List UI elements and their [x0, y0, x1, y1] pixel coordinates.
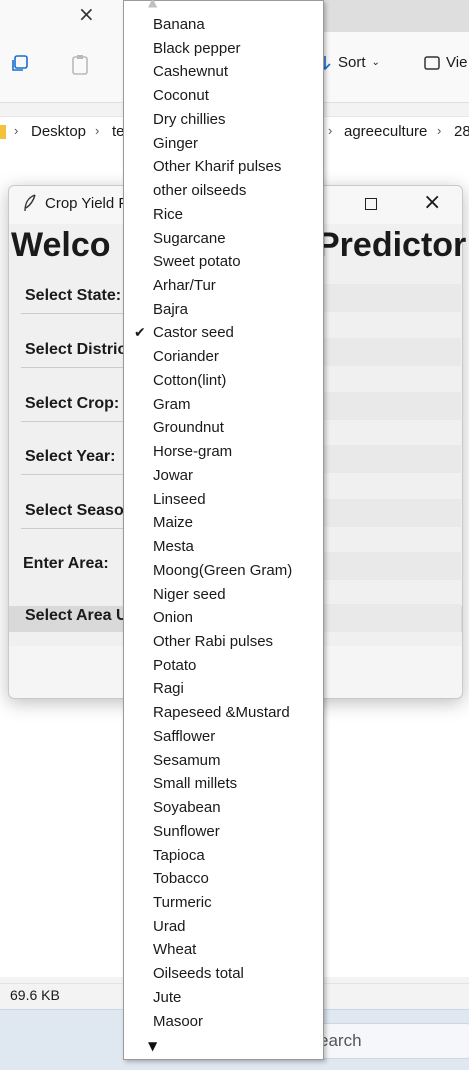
- dropdown-item[interactable]: Other Kharif pulses: [153, 158, 281, 182]
- chevron-right-icon: ›: [14, 123, 19, 138]
- scroll-down-icon[interactable]: ▼: [148, 1039, 157, 1053]
- sort-button[interactable]: Sort ⌄: [318, 54, 380, 71]
- tab-close-icon[interactable]: ×: [78, 2, 95, 26]
- dropdown-item[interactable]: Black pepper: [153, 40, 241, 64]
- tab-strip-blank: [322, 0, 469, 32]
- crop-dropdown-list[interactable]: ▲ Banana Black pepper Cashewnut Coconut Dry …: [123, 0, 324, 1060]
- paste-icon[interactable]: [70, 54, 90, 81]
- dropdown-item[interactable]: Tapioca: [153, 847, 205, 871]
- dropdown-item[interactable]: Ginger: [153, 135, 198, 159]
- dropdown-item[interactable]: Dry chillies: [153, 111, 226, 135]
- dropdown-item[interactable]: Onion: [153, 609, 193, 633]
- area-unit-select[interactable]: [321, 604, 461, 632]
- welcome-heading-right: Predictor: [317, 226, 467, 264]
- folder-icon: [0, 125, 6, 139]
- dropdown-item[interactable]: Linseed: [153, 491, 206, 515]
- area-unit-label: Select Area U: [25, 607, 128, 624]
- dropdown-item[interactable]: Potato: [153, 657, 196, 681]
- season-label: Select Seaso: [25, 502, 124, 519]
- feather-icon: [23, 194, 37, 216]
- area-field[interactable]: [321, 552, 461, 580]
- dropdown-item[interactable]: Other Rabi pulses: [153, 633, 273, 657]
- welcome-heading-left: Welco: [11, 226, 111, 264]
- scroll-up-icon[interactable]: ▲: [148, 0, 157, 9]
- dropdown-item[interactable]: Sunflower: [153, 823, 220, 847]
- crop-select[interactable]: [321, 392, 461, 420]
- view-icon: [424, 55, 440, 70]
- view-button[interactable]: Vie: [424, 54, 467, 71]
- dropdown-item[interactable]: Horse-gram: [153, 443, 232, 467]
- close-icon[interactable]: ×: [423, 190, 441, 215]
- dropdown-item[interactable]: Groundnut: [153, 419, 224, 443]
- dropdown-item[interactable]: Coconut: [153, 87, 209, 111]
- season-select[interactable]: [321, 499, 461, 527]
- dropdown-item[interactable]: Cashewnut: [153, 63, 228, 87]
- dropdown-item[interactable]: Mesta: [153, 538, 194, 562]
- maximize-icon[interactable]: [365, 198, 377, 210]
- chevron-right-icon: ›: [328, 123, 333, 138]
- year-label: Select Year:: [25, 448, 116, 465]
- dropdown-item[interactable]: Wheat: [153, 941, 196, 965]
- district-label: Select Distric: [25, 341, 127, 358]
- dropdown-item[interactable]: Banana: [153, 16, 205, 40]
- sort-label: Sort: [338, 54, 366, 71]
- status-size: 69.6 KB: [10, 987, 60, 1003]
- state-select[interactable]: [321, 284, 461, 312]
- area-label: Enter Area:: [23, 555, 109, 572]
- dropdown-item[interactable]: Oilseeds total: [153, 965, 244, 989]
- dropdown-item[interactable]: Coriander: [153, 348, 219, 372]
- dropdown-item[interactable]: Soyabean: [153, 799, 221, 823]
- breadcrumb-desktop[interactable]: Desktop: [31, 123, 86, 140]
- dropdown-item[interactable]: Masoor: [153, 1013, 203, 1037]
- app-title: Crop Yield P: [45, 195, 129, 212]
- dropdown-item[interactable]: Arhar/Tur: [153, 277, 216, 301]
- dropdown-item[interactable]: Turmeric: [153, 894, 212, 918]
- chevron-right-icon: ›: [95, 123, 100, 138]
- taskbar-search-placeholder: earch: [319, 1031, 362, 1050]
- breadcrumb-28[interactable]: 28: [454, 123, 469, 140]
- year-select[interactable]: [321, 445, 461, 473]
- copy-icon[interactable]: [10, 54, 30, 79]
- dropdown-item[interactable]: Safflower: [153, 728, 215, 752]
- chevron-down-icon: ⌄: [371, 57, 380, 68]
- view-label: Vie: [446, 54, 468, 71]
- chevron-right-icon: ›: [437, 123, 442, 138]
- explorer-tab[interactable]: ×: [0, 0, 126, 32]
- taskbar-search-box[interactable]: earch: [300, 1023, 469, 1059]
- dropdown-item[interactable]: Niger seed: [153, 586, 226, 610]
- dropdown-item[interactable]: Tobacco: [153, 870, 209, 894]
- dropdown-item[interactable]: Maize: [153, 514, 193, 538]
- crop-label: Select Crop:: [25, 395, 120, 412]
- breadcrumb-agreeculture[interactable]: agreeculture: [344, 123, 427, 140]
- dropdown-item[interactable]: Cotton(lint): [153, 372, 226, 396]
- dropdown-item[interactable]: Moong(Green Gram): [153, 562, 292, 586]
- dropdown-item[interactable]: Sweet potato: [153, 253, 241, 277]
- dropdown-item[interactable]: Bajra: [153, 301, 188, 325]
- dropdown-item[interactable]: Ragi: [153, 680, 184, 704]
- dropdown-item[interactable]: Castor seed: [153, 324, 234, 348]
- dropdown-item[interactable]: Sesamum: [153, 752, 221, 776]
- dropdown-item[interactable]: Sugarcane: [153, 230, 226, 254]
- dropdown-item[interactable]: other oilseeds: [153, 182, 246, 206]
- dropdown-item[interactable]: Gram: [153, 396, 191, 420]
- dropdown-item[interactable]: Rice: [153, 206, 183, 230]
- checkmark-icon: ✔: [134, 325, 146, 342]
- state-label: Select State:: [25, 287, 122, 304]
- dropdown-item[interactable]: Jute: [153, 989, 181, 1013]
- dropdown-item[interactable]: Jowar: [153, 467, 193, 491]
- dropdown-item[interactable]: Small millets: [153, 775, 237, 799]
- dropdown-item[interactable]: Urad: [153, 918, 186, 942]
- dropdown-item[interactable]: Rapeseed &Mustard: [153, 704, 290, 728]
- district-select[interactable]: [321, 338, 461, 366]
